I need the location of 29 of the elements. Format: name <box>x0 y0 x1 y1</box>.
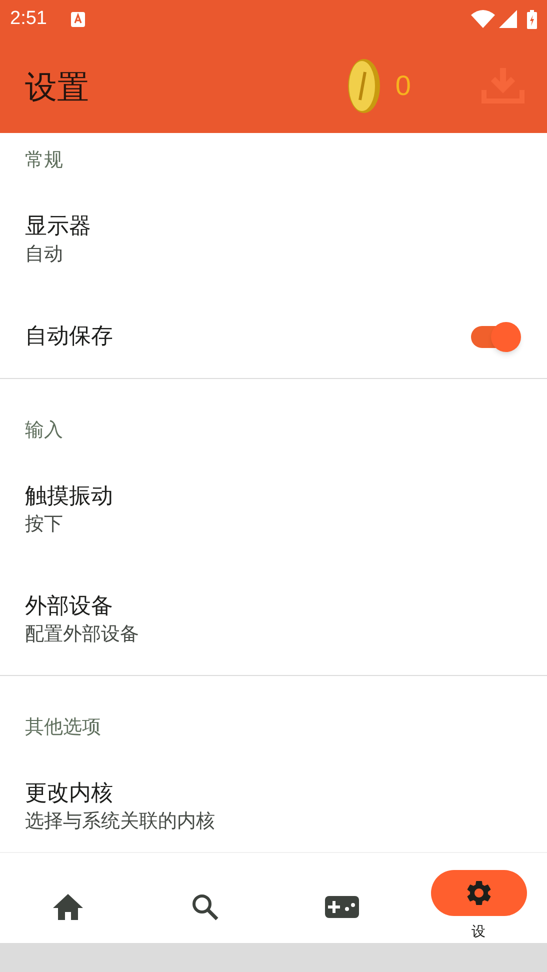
wifi-icon <box>471 10 495 28</box>
preference-title: 更改内核 <box>25 780 114 808</box>
preference-title: 触摸振动 <box>25 483 114 511</box>
preference-summary: 选择与系统关联的内核 <box>25 809 216 834</box>
signal-icon <box>499 10 517 28</box>
preference-item[interactable]: 显示器 自动 <box>0 185 547 295</box>
preference-summary: 配置外部设备 <box>25 622 140 647</box>
preference-item[interactable]: 外部设备 配置外部设备 <box>0 565 547 675</box>
search-icon <box>191 893 220 921</box>
preference-title: 显示器 <box>25 213 92 241</box>
category-title: 输入 <box>25 418 64 442</box>
nav-label: 设 <box>472 924 486 940</box>
home-icon <box>53 894 84 920</box>
battery-icon <box>527 10 537 28</box>
preference-title: 自动保存 <box>25 323 113 350</box>
category-title: 其他选项 <box>25 715 102 739</box>
nav-item[interactable]: 设 <box>410 853 547 943</box>
coin-count: 0 <box>395 68 411 102</box>
status-time: 2:51 <box>10 6 47 31</box>
preference-summary: 按下 <box>25 512 64 537</box>
category-title: 常规 <box>25 148 64 172</box>
keyboard-notification-icon <box>70 12 85 26</box>
preference-item[interactable]: 触摸振动 按下 <box>0 455 547 565</box>
gamepad-icon <box>324 896 359 918</box>
preference-summary: 自动 <box>25 242 64 267</box>
coin-icon <box>347 58 382 114</box>
app-bar-title: 设置 <box>25 66 89 108</box>
preference-title: 外部设备 <box>25 593 114 621</box>
preference-item[interactable]: 更改内核 选择与系统关联的内核 <box>0 752 547 852</box>
